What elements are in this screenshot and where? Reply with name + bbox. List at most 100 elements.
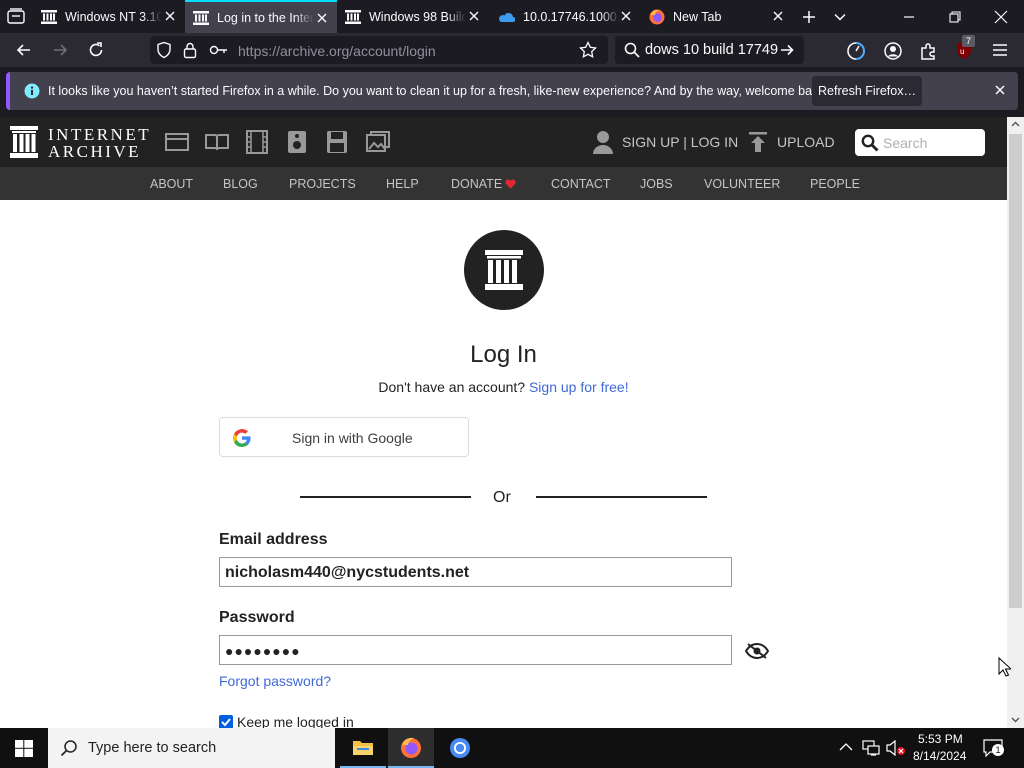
sync-extension-icon[interactable]	[846, 41, 866, 61]
new-tab-icon[interactable]	[801, 9, 817, 25]
tab-title: Windows 98 Build	[369, 9, 466, 24]
action-center-notifications-icon[interactable]: 1	[983, 739, 1004, 757]
restore-icon[interactable]	[947, 9, 963, 25]
keep-logged-in-label[interactable]: Keep me logged in	[237, 714, 354, 728]
scrollbar-thumb[interactable]	[1009, 134, 1022, 608]
user-icon[interactable]	[593, 130, 613, 154]
account-icon[interactable]	[883, 41, 903, 61]
close-tab-icon[interactable]	[163, 9, 177, 23]
folder-icon	[352, 738, 374, 756]
page-scrollbar[interactable]	[1007, 117, 1024, 728]
signup-link[interactable]: Sign up for free!	[529, 379, 629, 395]
refresh-firefox-notification: It looks like you haven’t started Firefo…	[6, 72, 1018, 110]
password-value: ●●●●●●●●	[225, 643, 301, 659]
archive-logo-circle	[464, 230, 544, 310]
tab-strip: Windows NT 3.10 Log in to the Internet A…	[0, 0, 1024, 33]
nav-contact[interactable]: CONTACT	[551, 177, 611, 191]
close-tab-icon[interactable]	[315, 11, 329, 25]
signup-login-link[interactable]: SIGN UP | LOG IN	[622, 134, 738, 150]
reload-icon[interactable]	[87, 41, 105, 59]
nav-help[interactable]: HELP	[386, 177, 419, 191]
taskbar-firefox[interactable]	[388, 728, 434, 768]
archive-icon	[193, 10, 209, 25]
ia-top-header: INTERNET ARCHIVE SIGN UP | LOG IN UPLOAD	[0, 117, 1007, 167]
url-text[interactable]: https://archive.org/account/login	[238, 43, 436, 59]
show-password-eye-icon[interactable]	[745, 642, 769, 660]
windows-start-icon[interactable]	[15, 740, 33, 757]
ia-search-input[interactable]: Search	[855, 129, 985, 156]
ublock-origin-icon[interactable]: u 7	[954, 35, 975, 61]
email-field[interactable]: nicholasm440@nycstudents.net	[219, 557, 732, 587]
web-icon[interactable]	[165, 132, 189, 152]
tab-onedrive[interactable]: 10.0.17746.1000.rs_	[489, 0, 641, 33]
logo-line-internet: INTERNET	[48, 125, 152, 144]
software-floppy-icon[interactable]	[326, 130, 348, 154]
or-divider-text: Or	[493, 489, 511, 506]
tab-archive-login[interactable]: Log in to the Internet Archive	[185, 0, 337, 33]
shield-icon[interactable]	[156, 41, 172, 59]
tab-windows-98[interactable]: Windows 98 Build	[337, 0, 489, 33]
nav-about[interactable]: ABOUT	[150, 177, 193, 191]
forward-icon[interactable]	[51, 41, 69, 59]
internet-archive-wordmark[interactable]: INTERNET ARCHIVE	[48, 126, 151, 160]
scroll-down-arrow-icon[interactable]	[1011, 717, 1020, 723]
taskbar-clock-date[interactable]: 8/14/2024	[913, 749, 966, 763]
nav-donate[interactable]: DONATE	[451, 177, 502, 191]
info-icon	[24, 83, 40, 99]
video-film-icon[interactable]	[246, 130, 268, 154]
taskbar-clock-time[interactable]: 5:53 PM	[918, 732, 963, 746]
nav-volunteer[interactable]: VOLUNTEER	[704, 177, 780, 191]
taskbar-search-box[interactable]: Type here to search	[48, 728, 335, 768]
heart-icon	[505, 179, 516, 189]
notification-count-badge: 1	[992, 744, 1004, 756]
tab-title: Log in to the Internet Archive	[217, 10, 314, 25]
close-notification-icon[interactable]	[993, 83, 1007, 97]
search-input-text[interactable]: dows 10 build 17749	[645, 42, 778, 58]
google-signin-label: Sign in with Google	[292, 430, 413, 446]
url-bar[interactable]: https://archive.org/account/login	[150, 36, 608, 64]
tab-title: 10.0.17746.1000.rs_	[523, 9, 620, 24]
app-menu-icon[interactable]	[991, 41, 1009, 59]
images-icon[interactable]	[366, 131, 390, 153]
refresh-firefox-button[interactable]: Refresh Firefox…	[812, 76, 922, 106]
permissions-key-icon[interactable]	[209, 43, 229, 57]
close-window-icon[interactable]	[993, 9, 1009, 25]
internet-archive-logo-icon[interactable]	[10, 126, 38, 158]
keep-logged-in-checkbox[interactable]	[219, 715, 233, 728]
nav-jobs[interactable]: JOBS	[640, 177, 673, 191]
show-hidden-icons-chevron-icon[interactable]	[839, 742, 853, 752]
scroll-up-arrow-icon[interactable]	[1011, 121, 1020, 127]
forgot-password-link[interactable]: Forgot password?	[219, 673, 331, 689]
tab-new-tab[interactable]: New Tab	[641, 0, 793, 33]
minimize-icon[interactable]	[901, 9, 917, 25]
tab-windows-nt[interactable]: Windows NT 3.10	[33, 0, 185, 33]
lock-icon[interactable]	[183, 41, 197, 59]
password-field[interactable]: ●●●●●●●●	[219, 635, 732, 665]
extensions-puzzle-icon[interactable]	[919, 41, 939, 61]
nav-projects[interactable]: PROJECTS	[289, 177, 356, 191]
search-bar[interactable]: dows 10 build 17749	[615, 36, 804, 64]
upload-link[interactable]: UPLOAD	[777, 134, 835, 150]
taskbar-chromium[interactable]	[437, 728, 483, 768]
google-signin-button[interactable]: Sign in with Google	[219, 417, 469, 457]
back-icon[interactable]	[15, 41, 33, 59]
or-divider-right	[536, 496, 707, 498]
firefox-icon	[649, 9, 665, 25]
texts-book-icon[interactable]	[205, 132, 229, 152]
bookmark-star-icon[interactable]	[579, 41, 597, 59]
nav-people[interactable]: PEOPLE	[810, 177, 860, 191]
list-all-tabs-icon[interactable]	[832, 9, 848, 25]
close-tab-icon[interactable]	[771, 9, 785, 23]
volume-muted-icon[interactable]	[886, 740, 906, 756]
nav-blog[interactable]: BLOG	[223, 177, 258, 191]
network-icon[interactable]	[862, 740, 880, 756]
search-go-arrow-icon[interactable]	[779, 42, 795, 58]
mouse-cursor-icon	[998, 657, 1011, 677]
close-tab-icon[interactable]	[619, 9, 633, 23]
taskbar-file-explorer[interactable]	[340, 728, 386, 768]
firefox-view-icon[interactable]	[7, 8, 25, 25]
taskbar-search-placeholder: Type here to search	[88, 740, 217, 756]
audio-speaker-icon[interactable]	[287, 130, 307, 154]
upload-icon[interactable]	[748, 131, 768, 153]
close-tab-icon[interactable]	[467, 9, 481, 23]
